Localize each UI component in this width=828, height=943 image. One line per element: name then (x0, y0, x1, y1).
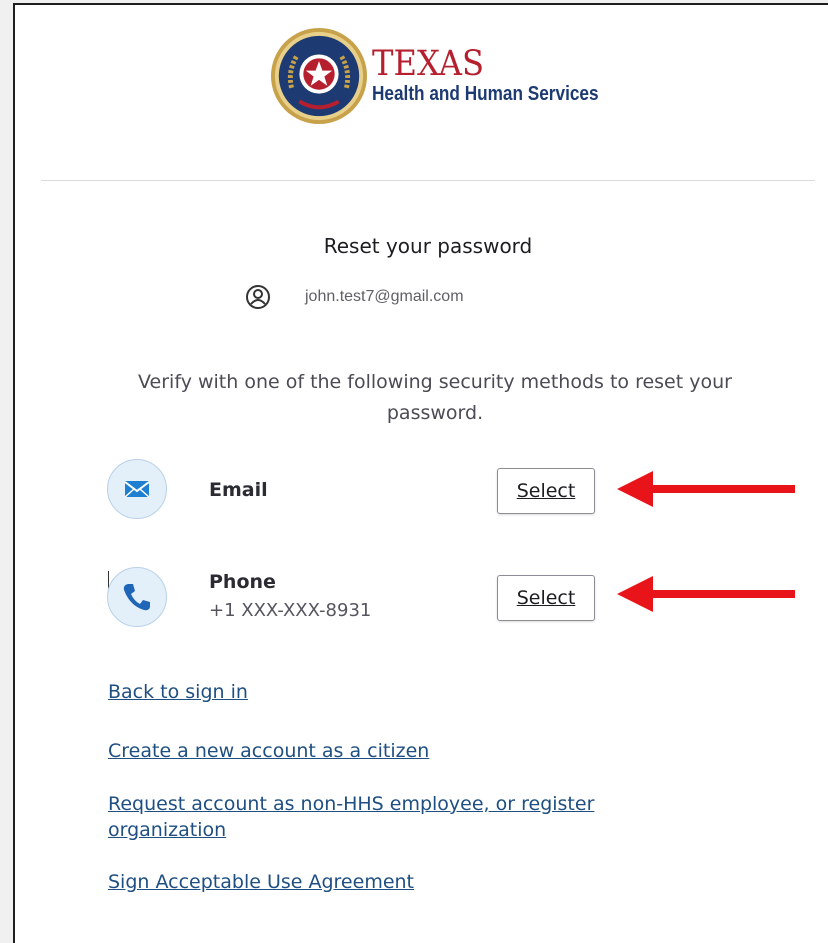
red-arrow-annotation-icon (617, 471, 795, 507)
header-divider (41, 180, 815, 181)
select-phone-button[interactable]: Select (497, 575, 595, 621)
envelope-icon (124, 481, 150, 498)
method-phone-number: +1 XXX-XXX-8931 (209, 600, 372, 621)
request-account-link[interactable]: Request account as non-HHS employee, or … (108, 791, 708, 843)
red-arrow-annotation-icon (617, 576, 795, 612)
select-email-button[interactable]: Select (497, 468, 595, 514)
user-identifier: john.test7@gmail.com (245, 284, 464, 310)
back-to-sign-in-link[interactable]: Back to sign in (108, 679, 728, 705)
user-email: john.test7@gmail.com (305, 288, 464, 305)
create-citizen-account-link[interactable]: Create a new account as a citizen (108, 738, 728, 764)
texas-seal-icon (270, 27, 368, 125)
method-phone: Phone +1 XXX-XXX-8931 Select (107, 567, 807, 631)
method-icon-circle (107, 567, 167, 627)
method-email-label: Email (209, 479, 268, 501)
method-icon-circle (107, 459, 167, 519)
method-phone-label: Phone (209, 571, 276, 593)
logo-subtitle: Health and Human Services (372, 82, 599, 105)
method-email: Email Select (107, 459, 807, 523)
user-circle-icon (246, 285, 270, 309)
sign-acceptable-use-link[interactable]: Sign Acceptable Use Agreement (108, 869, 728, 895)
phone-icon (123, 584, 150, 611)
instructions-text: Verify with one of the following securit… (138, 371, 732, 424)
page-title: Reset your password (323, 234, 533, 258)
texas-hhs-logo: TEXAS Health and Human Services (270, 27, 635, 125)
logo-title: TEXAS (372, 43, 485, 84)
reset-password-card: TEXAS Health and Human Services Reset yo… (13, 3, 828, 943)
